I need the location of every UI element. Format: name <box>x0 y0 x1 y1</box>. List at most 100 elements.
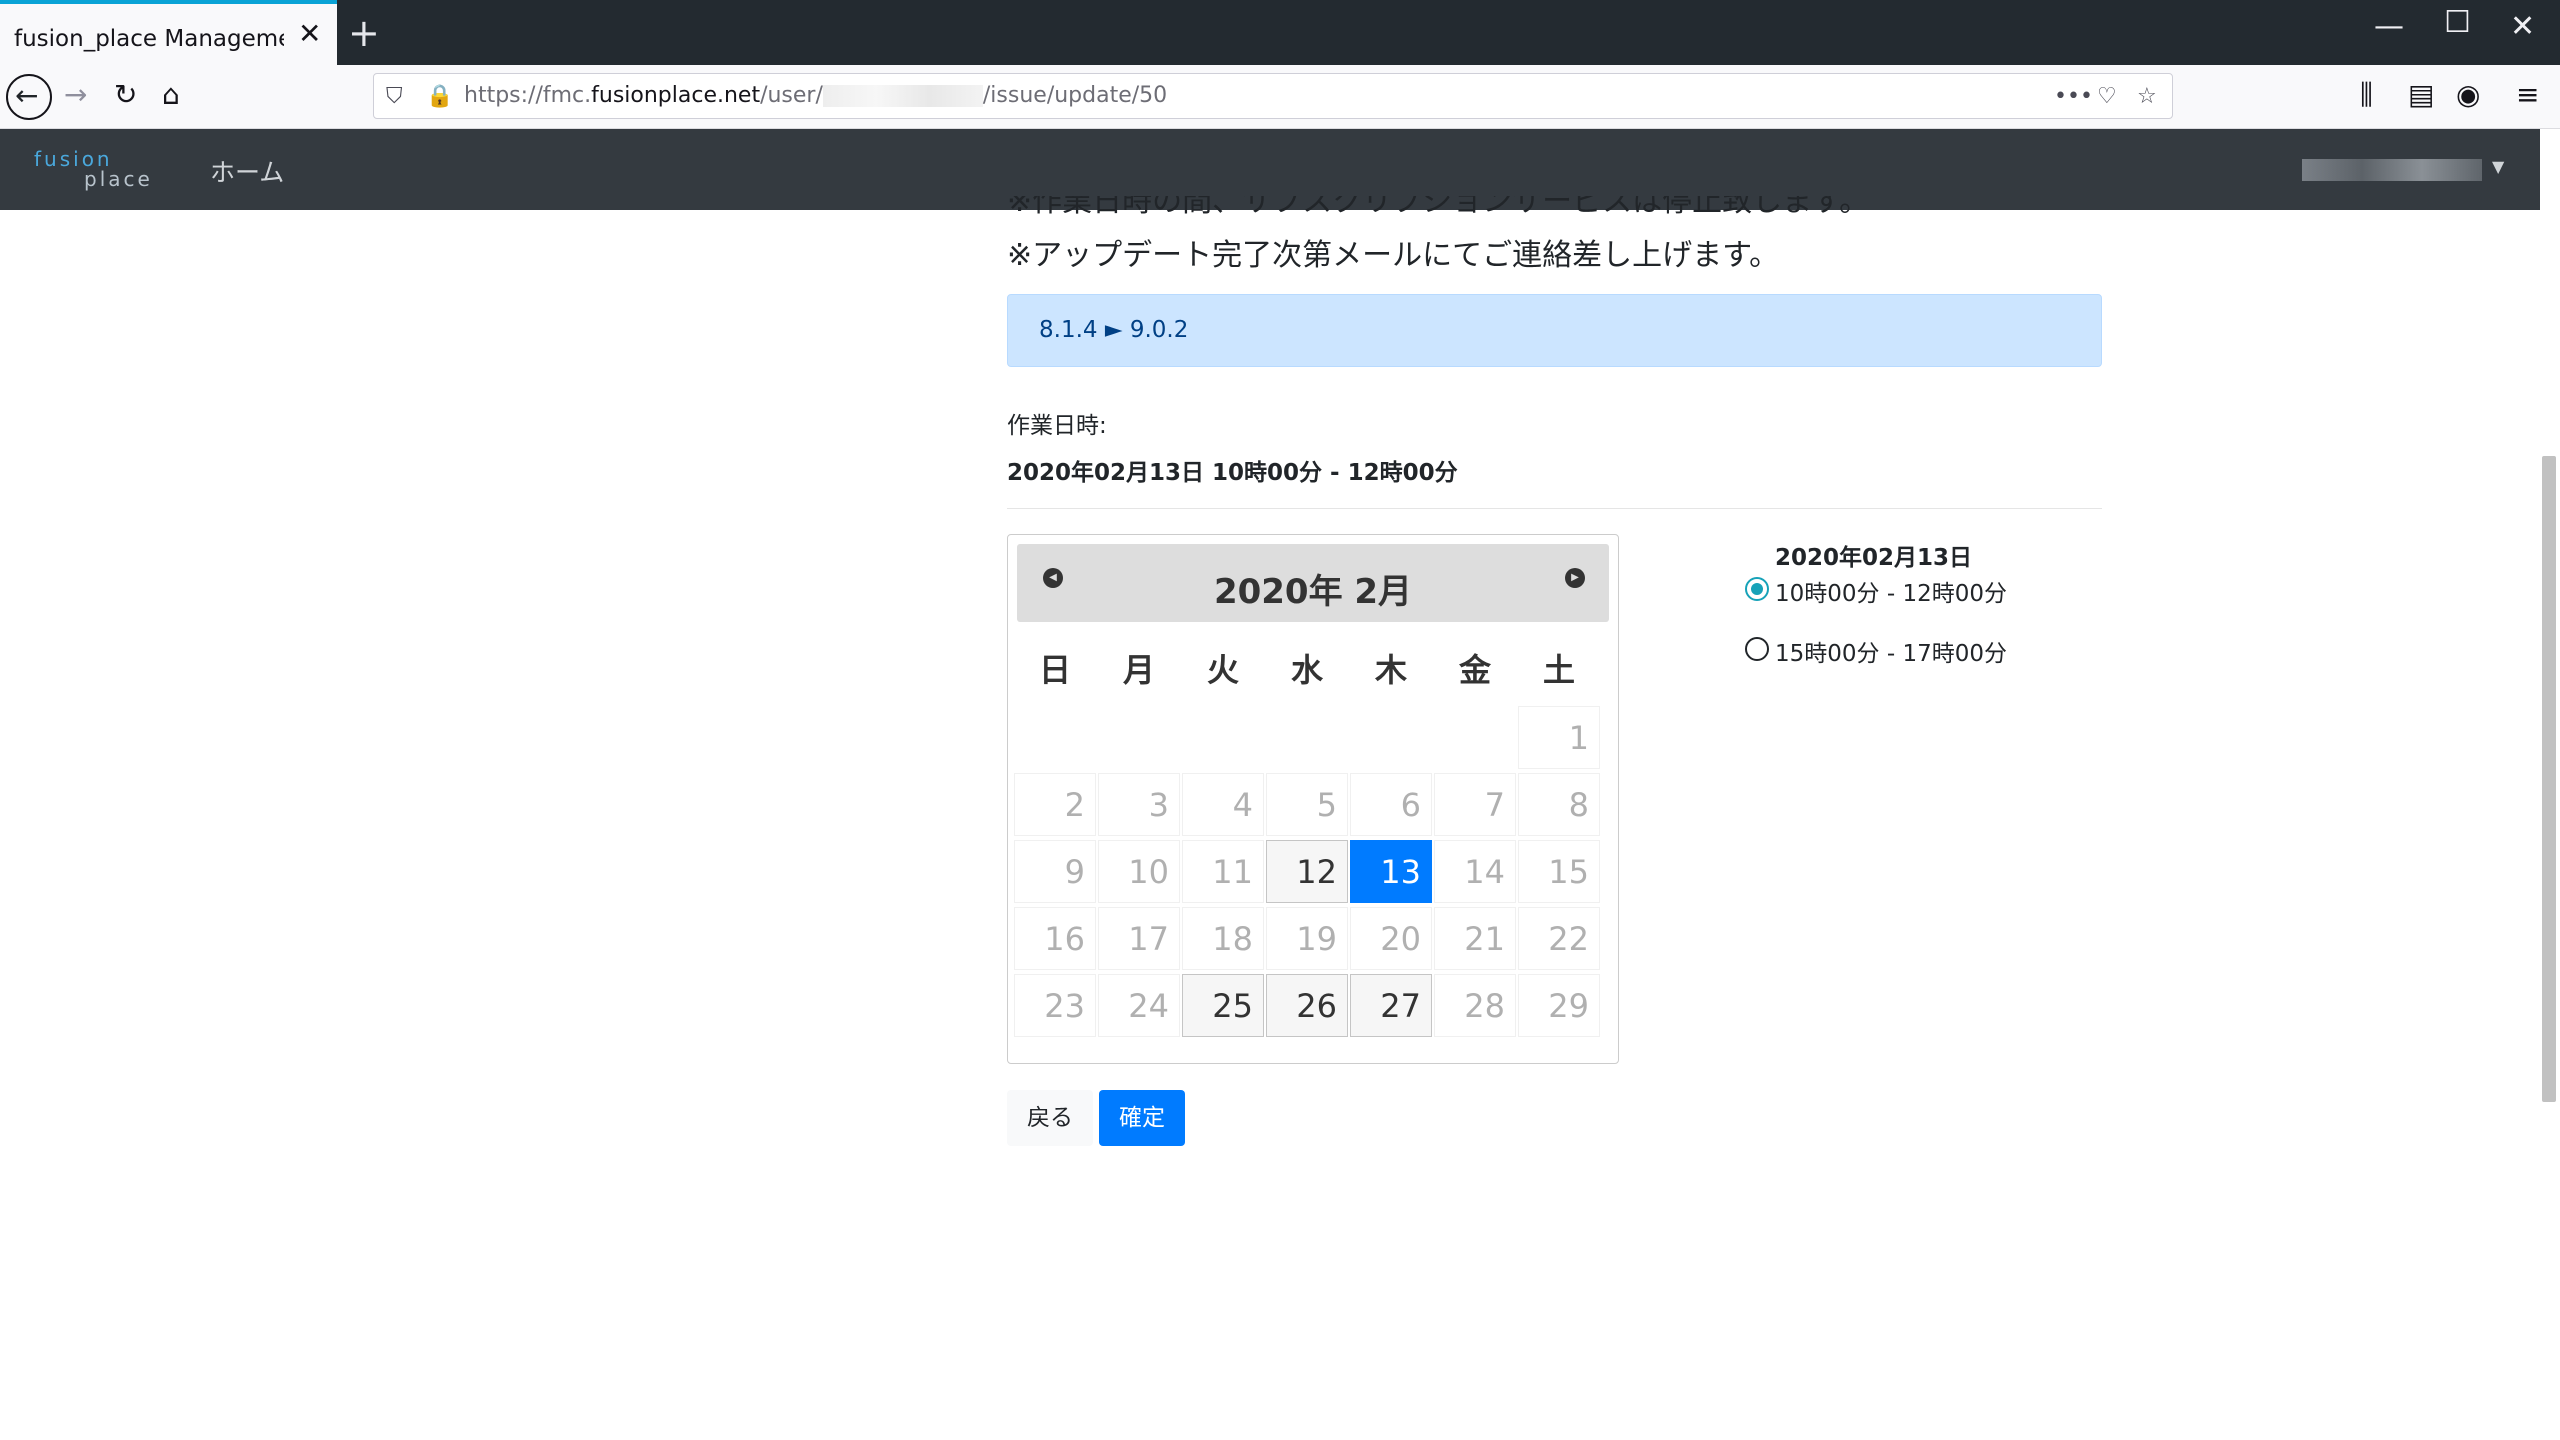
calendar-day-number: 19 <box>1296 920 1337 958</box>
user-menu-redacted[interactable] <box>2302 159 2482 181</box>
calendar-day: 11 <box>1182 840 1264 903</box>
tab-title: fusion_place Management C <box>14 26 284 52</box>
calendar-day: 6 <box>1350 773 1432 836</box>
calendar-day-number: 14 <box>1464 853 1505 891</box>
calendar-day: 4 <box>1182 773 1264 836</box>
browser-tab-strip: fusion_place Management C ✕ + — ☐ ✕ <box>0 0 2560 65</box>
confirm-button[interactable]: 確定 <box>1099 1090 1185 1146</box>
calendar-day-selected[interactable]: 13 <box>1350 840 1432 903</box>
calendar-day: 9 <box>1014 840 1096 903</box>
calendar-day: 20 <box>1350 907 1432 970</box>
browser-nav-bar: ← → ↻ ⌂ ⛉ 🔒 https://fmc.fusionplace.net/… <box>0 65 2560 129</box>
back-button[interactable]: ← <box>6 74 52 120</box>
calendar-day: 14 <box>1434 840 1516 903</box>
calendar-day: 8 <box>1518 773 1600 836</box>
date-picker-calendar: ◀ 2020年 2月 ▶ 日月火水木金土 1 2 3 4 5 6 7 8 9 10 11 12 13 14… <box>1007 534 1619 1064</box>
calendar-day: 3 <box>1098 773 1180 836</box>
more-actions-icon[interactable]: ••• <box>2054 84 2093 109</box>
time-slot-label: 10時00分 - 12時00分 <box>1775 581 2007 607</box>
calendar-day: 1 <box>1518 706 1600 769</box>
library-icon[interactable]: ⫼ <box>2360 79 2373 111</box>
calendar-day: 15 <box>1518 840 1600 903</box>
calendar-day: 2 <box>1014 773 1096 836</box>
calendar-day: 28 <box>1434 974 1516 1037</box>
calendar-day: 24 <box>1098 974 1180 1037</box>
calendar-day-number: 29 <box>1548 987 1589 1025</box>
calendar-day-number: 9 <box>1064 853 1085 891</box>
calendar-header: ◀ 2020年 2月 ▶ <box>1017 544 1609 622</box>
calendar-day-number: 25 <box>1212 987 1253 1025</box>
calendar-day: 10 <box>1098 840 1180 903</box>
forward-icon[interactable]: → <box>64 79 87 111</box>
new-tab-icon[interactable]: + <box>348 14 380 52</box>
calendar-day-number: 22 <box>1548 920 1589 958</box>
calendar-day-number: 27 <box>1380 987 1421 1025</box>
schedule-value: 2020年02月13日 10時00分 - 12時00分 <box>1007 460 1458 486</box>
notice-partial: ※作業日時の間、サブスクリプションサービスは停止致します。 <box>1007 196 1870 218</box>
calendar-day[interactable]: 26 <box>1266 974 1348 1037</box>
next-month-icon[interactable]: ▶ <box>1565 568 1585 588</box>
calendar-day-number: 15 <box>1548 853 1589 891</box>
home-icon[interactable]: ⌂ <box>162 79 180 111</box>
account-icon[interactable]: ◉ <box>2456 79 2480 111</box>
calendar-day-number: 10 <box>1128 853 1169 891</box>
calendar-day-number: 8 <box>1568 786 1589 824</box>
notice-text: ※アップデート完了次第メールにてご連絡差し上げます。 <box>1007 238 1780 273</box>
weekday-header: 日 <box>1038 651 1071 689</box>
window-close-icon[interactable]: ✕ <box>2510 12 2535 42</box>
calendar-day: 5 <box>1266 773 1348 836</box>
time-slot-radio[interactable] <box>1745 637 1769 661</box>
calendar-day-number: 18 <box>1212 920 1253 958</box>
menu-icon[interactable]: ≡ <box>2516 79 2539 111</box>
home-link[interactable]: ホーム <box>210 153 284 189</box>
maximize-icon[interactable]: ☐ <box>2444 8 2471 38</box>
bookmark-star-icon[interactable]: ☆ <box>2137 84 2157 109</box>
weekday-header: 水 <box>1290 651 1323 689</box>
back-page-button[interactable]: 戻る <box>1007 1090 1093 1146</box>
user-menu-caret-icon[interactable]: ▼ <box>2492 157 2504 176</box>
calendar-day: 21 <box>1434 907 1516 970</box>
url-bar[interactable]: ⛉ 🔒 https://fmc.fusionplace.net/user//is… <box>373 73 2173 119</box>
pocket-icon[interactable]: ♡ <box>2097 84 2117 109</box>
calendar-day: 23 <box>1014 974 1096 1037</box>
calendar-day-number: 1 <box>1568 719 1589 757</box>
calendar-day-number: 26 <box>1296 987 1337 1025</box>
calendar-day: 19 <box>1266 907 1348 970</box>
version-text: 8.1.4 ► 9.0.2 <box>1039 317 1189 343</box>
weekday-header: 土 <box>1542 651 1575 689</box>
weekday-header: 木 <box>1374 651 1407 689</box>
calendar-day-number: 3 <box>1148 786 1169 824</box>
version-alert: 8.1.4 ► 9.0.2 <box>1007 294 2102 367</box>
calendar-day[interactable]: 27 <box>1350 974 1432 1037</box>
calendar-day-number: 11 <box>1212 853 1253 891</box>
calendar-day-number: 20 <box>1380 920 1421 958</box>
site-logo[interactable]: fusion place <box>34 149 169 189</box>
back-arrow-icon: ← <box>15 79 39 112</box>
calendar-day-number: 12 <box>1296 853 1337 891</box>
calendar-day[interactable]: 25 <box>1182 974 1264 1037</box>
url-redacted <box>822 85 983 107</box>
calendar-day-number: 5 <box>1316 786 1337 824</box>
scrollbar-thumb[interactable] <box>2542 456 2556 1102</box>
browser-tab-active[interactable]: fusion_place Management C ✕ <box>0 0 337 65</box>
time-slot-radio[interactable] <box>1745 577 1769 601</box>
slot-date: 2020年02月13日 <box>1775 545 1973 571</box>
lock-icon[interactable]: 🔒 <box>426 84 453 109</box>
url-text: https://fmc.fusionplace.net/user//issue/… <box>464 83 1168 108</box>
calendar-day[interactable]: 12 <box>1266 840 1348 903</box>
weekday-header: 月 <box>1122 651 1155 689</box>
calendar-day: 17 <box>1098 907 1180 970</box>
calendar-day-number: 4 <box>1232 786 1253 824</box>
divider <box>1007 508 2102 509</box>
calendar-day-number: 2 <box>1064 786 1085 824</box>
weekday-header: 金 <box>1458 651 1491 689</box>
calendar-day-number: 28 <box>1464 987 1505 1025</box>
sidebar-icon[interactable]: ▤ <box>2408 79 2434 111</box>
minimize-icon[interactable]: — <box>2374 12 2404 42</box>
tab-close-icon[interactable]: ✕ <box>298 20 321 48</box>
shield-icon[interactable]: ⛉ <box>386 84 403 109</box>
calendar-day: 7 <box>1434 773 1516 836</box>
calendar-day-number: 16 <box>1044 920 1085 958</box>
reload-icon[interactable]: ↻ <box>114 79 137 111</box>
calendar-day-number: 6 <box>1400 786 1421 824</box>
